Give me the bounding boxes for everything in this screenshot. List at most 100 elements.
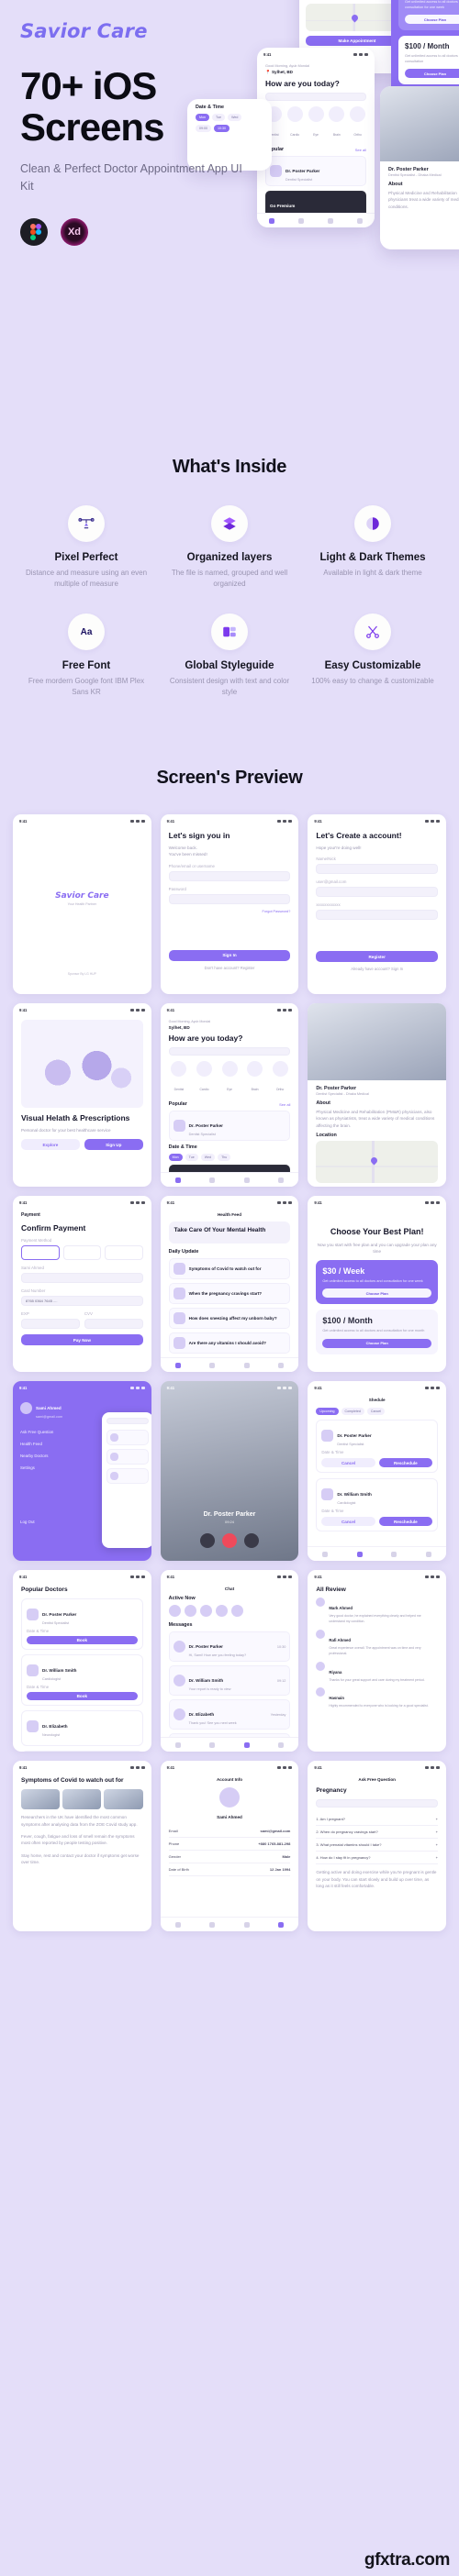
feature-title: Free Font [62, 660, 111, 671]
screen-pricing[interactable]: 9:41 Choose Your Best Plan! Now you star… [308, 1196, 447, 1372]
article-item[interactable]: Symptoms of Covid to watch out for [168, 1258, 291, 1280]
doctor-card[interactable]: Dr. Poster Parker Dentist Specialist [168, 1111, 291, 1142]
article-item[interactable]: How does sneezing affect my unborn baby? [168, 1308, 291, 1330]
signin-button[interactable]: Sign In [168, 949, 291, 961]
tab-bar[interactable] [160, 1172, 299, 1187]
styleguide-icon [211, 614, 248, 650]
screen-health-feed[interactable]: 9:41 Health Feed Take Care Of Your Menta… [160, 1196, 299, 1372]
faq-item[interactable]: 2. When do pregnancy cravings start? + [316, 1826, 439, 1840]
home-see-all-link[interactable]: See all [279, 1102, 290, 1107]
reschedule-button[interactable]: Reschedule [378, 1458, 433, 1467]
feature-free-font: Aa Free Font Free mordern Google font IB… [15, 614, 158, 698]
account-field-email[interactable]: Email sami@gmail.com [168, 1825, 291, 1838]
signin-password-label: Password [168, 886, 186, 891]
signin-forgot-link[interactable]: Forgot Password? [169, 910, 291, 913]
call-timer: 09:24 [225, 1520, 235, 1524]
screen-chat-list[interactable]: 9:41 Chat Active Now Messages Dr. Poster… [160, 1570, 299, 1752]
faq-item[interactable]: 4. How do I stay fit in pregnancy? + [316, 1852, 439, 1865]
scissors-icon [354, 614, 391, 650]
feature-title: Light & Dark Themes [319, 552, 426, 563]
signin-register-link[interactable]: Don't have account? Register [169, 966, 291, 970]
feature-desc: Available in light & dark theme [323, 569, 422, 577]
payment-card-input[interactable]: 8765 0364 7645 .... [21, 1296, 143, 1307]
feature-title: Organized layers [186, 552, 273, 563]
signup-email-input[interactable] [316, 887, 439, 898]
article-item[interactable]: When the pregnancy cravings start? [168, 1283, 291, 1305]
home-time: 9:41 [166, 1008, 175, 1012]
tab-bar[interactable] [160, 1917, 299, 1931]
signin-password-input[interactable] [168, 893, 291, 904]
tab-bar[interactable] [308, 1546, 447, 1561]
faq-item[interactable]: 3. What prenatal vitamins should I take?… [316, 1839, 439, 1852]
feature-desc: Distance and measure using an even multi… [25, 569, 148, 588]
screens-preview-grid: 9:41 Savior Care Your Health Partner Spo… [0, 814, 459, 1931]
screen-doctor-profile[interactable]: Dr. Poster Parker Dentist Specialist - D… [308, 1003, 447, 1187]
signup-email-label: user@gmail.com [316, 879, 347, 885]
screen-signin[interactable]: 9:41 Let's sign you in Welcome back. You… [160, 814, 299, 994]
pricing-title: Choose Your Best Plan! [330, 1227, 424, 1236]
screen-home[interactable]: 9:41 Good Morning, Ayub Mondal Sylhet, B… [160, 1003, 299, 1187]
choose-plan-button[interactable]: Choose Plan [322, 1338, 432, 1348]
chat-list-item[interactable]: Dr. William Smith Your report is ready t… [168, 1665, 291, 1696]
account-field-phone[interactable]: Phone +880 1765-881-298 [168, 1838, 291, 1851]
faq-item[interactable]: 1. Am I pregnant? + [316, 1813, 439, 1827]
hero-section: Physical Medicine and Rehabilitation (PM… [0, 0, 459, 422]
tab-bar[interactable] [160, 1357, 299, 1372]
section-title-screens-preview: Screen's Preview [156, 768, 303, 788]
brand-wordmark: Savior Care [20, 20, 148, 42]
account-field-gender[interactable]: Gender Male [168, 1851, 291, 1863]
home-category-row[interactable]: Dentist Cardio Eye Brain Ortho [169, 1061, 291, 1095]
layers-icon [211, 505, 248, 542]
signup-signin-link[interactable]: Already have account? Sign In [316, 967, 438, 971]
screen-popular-doctors[interactable]: 9:41 Popular Doctors Dr. Poster Parker D… [13, 1570, 151, 1752]
chat-list-item[interactable]: Dr. Elizabeth Thank you! See you next we… [168, 1699, 291, 1730]
chat-list-item[interactable]: Dr. Poster Parker Hi, Sami! How are you … [168, 1631, 291, 1662]
pay-now-button[interactable]: Pay Now [21, 1334, 143, 1346]
signin-phone-input[interactable] [168, 870, 291, 881]
screen-covid-article[interactable]: 9:41 Symptoms of Covid to watch out for … [13, 1761, 151, 1931]
payment-cvv-input[interactable] [84, 1319, 143, 1330]
payment-name-input[interactable] [21, 1273, 143, 1284]
account-field-dob[interactable]: Date of Birth 12 Jan 1994 [168, 1863, 291, 1876]
screen-payment[interactable]: 9:41 Payment Confirm Payment Payment Met… [13, 1196, 151, 1372]
faq-title: Pregnancy [316, 1787, 347, 1794]
screen-side-menu[interactable]: 9:41 Sami Ahmed sami@gmail.com Ask Free … [13, 1381, 151, 1561]
screen-video-call[interactable]: 9:41 Dr. Poster Parker 09:24 [160, 1381, 299, 1561]
chat-header: Chat [224, 1587, 235, 1591]
screen-all-reviews[interactable]: 9:41 All Review Mark Ahmed Very good doc… [308, 1570, 447, 1752]
hero-subtitle: Clean & Perfect Doctor Appointment App U… [20, 162, 242, 193]
plan-card-week[interactable]: $30 / Week Get unlimited access to all d… [316, 1260, 439, 1305]
mute-button[interactable] [200, 1533, 215, 1548]
payment-exp-input[interactable] [21, 1319, 80, 1330]
screens-row-6: 9:41 Symptoms of Covid to watch out for … [13, 1761, 447, 1931]
appointment-tabs[interactable]: Upcoming Completed Cancel [316, 1408, 438, 1415]
article-item[interactable]: Are there any vitamins I should avoid? [168, 1332, 291, 1354]
features-row-2: Aa Free Font Free mordern Google font IB… [15, 614, 444, 698]
home-search-input[interactable] [168, 1047, 291, 1056]
signup-button[interactable]: Register [316, 951, 439, 963]
section-title-whats-inside: What's Inside [172, 457, 287, 477]
location-map[interactable] [316, 1141, 439, 1184]
camera-toggle-button[interactable] [244, 1533, 259, 1548]
screen-faq[interactable]: 9:41 Ask Free Question Pregnancy 1. Am I… [308, 1761, 447, 1931]
screen-appointments[interactable]: 9:41 Shedule Upcoming Completed Cancel D… [308, 1381, 447, 1561]
account-header: Account Info [216, 1777, 243, 1782]
features-row-1: Pixel Perfect Distance and measure using… [15, 505, 444, 590]
watermark: gfxtra.com [364, 2550, 451, 2570]
category-item: Ortho [270, 1061, 291, 1095]
plan-card-month[interactable]: $100 / Month Get unlimited access to all… [316, 1310, 439, 1354]
choose-plan-button[interactable]: Choose Plan [322, 1288, 432, 1299]
faq-search-input[interactable] [316, 1799, 439, 1808]
screen-onboarding[interactable]: 9:41 Visual Helath & Prescriptions Perso… [13, 1003, 151, 1187]
screen-account-info[interactable]: 9:41 Account Info Sami Ahmed Email sami@… [160, 1761, 299, 1931]
signup-password-input[interactable] [316, 910, 439, 921]
cancel-button[interactable]: Cancel [321, 1458, 375, 1467]
screen-signup[interactable]: 9:41 Let's Create a account! Hope your'r… [308, 814, 447, 994]
signup-name-input[interactable] [316, 864, 439, 875]
end-call-button[interactable] [222, 1533, 237, 1548]
covid-title: Symptoms of Covid to watch out for [21, 1777, 124, 1784]
faq-header: Ask Free Question [358, 1777, 396, 1782]
popular-doctors-title: Popular Doctors [21, 1587, 68, 1593]
tab-bar[interactable] [160, 1737, 299, 1752]
screen-splash[interactable]: 9:41 Savior Care Your Health Partner Spo… [13, 814, 151, 994]
